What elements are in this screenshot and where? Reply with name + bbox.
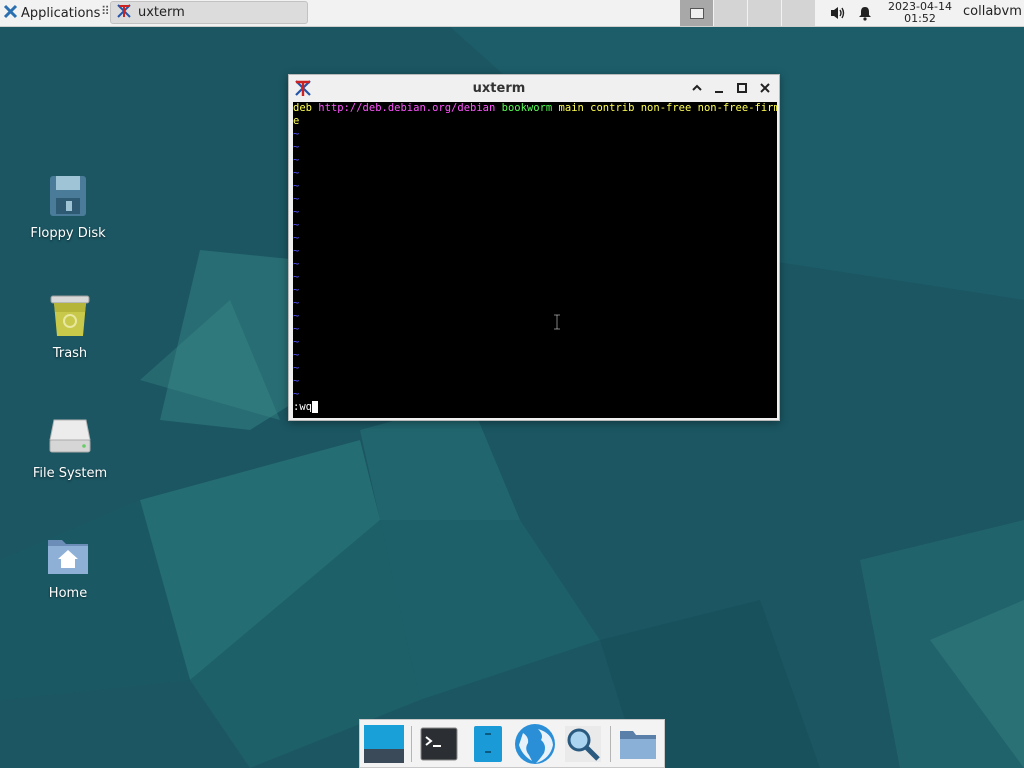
dock-separator	[411, 726, 412, 762]
term-suite: bookworm	[501, 102, 553, 114]
top-panel: Applications ⠿ uxterm 2023-04-14 01:52 c…	[0, 0, 1024, 27]
show-desktop-icon	[364, 725, 404, 763]
web-browser-icon	[515, 724, 555, 764]
xterm-app-icon	[116, 3, 132, 23]
dock-show-desktop[interactable]	[362, 723, 406, 765]
folder-icon	[620, 731, 656, 759]
terminal-area[interactable]: deb http://deb.debian.org/debian bookwor…	[293, 102, 777, 418]
desktop-icon-label: Trash	[52, 346, 88, 361]
chevron-up-icon	[692, 84, 702, 91]
applications-menu-button[interactable]: Applications	[0, 0, 100, 26]
tilde-line: ~	[293, 219, 300, 231]
mouse-ibeam-cursor-icon	[552, 314, 562, 334]
user-menu[interactable]: collabvm	[963, 4, 1022, 19]
home-folder-icon	[44, 532, 92, 580]
floppy-disk-icon	[44, 172, 92, 220]
notification-bell-icon[interactable]	[857, 5, 873, 25]
text-cursor	[311, 401, 318, 413]
desktop-icon-label: Home	[48, 586, 88, 601]
term-url: http://deb.debian.org/debian	[318, 102, 496, 114]
term-components: main contrib non-free non-free-firmwar	[558, 102, 777, 114]
tilde-line: ~	[293, 310, 300, 322]
dock-folder[interactable]	[616, 723, 660, 765]
clock-time: 01:52	[904, 12, 936, 25]
dock-file-manager[interactable]	[466, 723, 510, 765]
dock-web-browser[interactable]	[513, 723, 557, 765]
tilde-line: ~	[293, 206, 300, 218]
tilde-line: ~	[293, 349, 300, 361]
tilde-line: ~	[293, 128, 300, 140]
desktop-icon-label: File System	[32, 466, 108, 481]
tilde-line: ~	[293, 388, 300, 400]
tilde-line: ~	[293, 323, 300, 335]
terminal-line-1: deb http://deb.debian.org/debian bookwor…	[293, 102, 777, 115]
minimize-button[interactable]	[711, 80, 727, 96]
desktop-icon-floppy-disk[interactable]: Floppy Disk	[13, 172, 123, 241]
dock-terminal[interactable]	[417, 723, 461, 765]
close-button[interactable]	[757, 80, 773, 96]
command-text: :wq	[293, 401, 312, 413]
tilde-line: ~	[293, 232, 300, 244]
dock-separator	[610, 726, 611, 762]
minimize-icon	[715, 91, 723, 93]
window-title: uxterm	[472, 81, 526, 96]
trash-icon	[46, 292, 94, 340]
tilde-line: ~	[293, 245, 300, 257]
clock[interactable]: 2023-04-14 01:52	[884, 1, 956, 25]
maximize-button[interactable]	[734, 80, 750, 96]
tilde-line: ~	[293, 180, 300, 192]
applications-label: Applications	[21, 5, 101, 21]
desktop-icon-home[interactable]: Home	[13, 532, 123, 601]
tilde-line: ~	[293, 193, 300, 205]
terminal-icon	[420, 727, 458, 761]
tilde-line: ~	[293, 271, 300, 283]
tilde-line: ~	[293, 297, 300, 309]
window-thumbnail	[689, 7, 704, 19]
desktop-icon-trash[interactable]: Trash	[15, 292, 125, 361]
window-titlebar[interactable]: uxterm	[289, 75, 779, 102]
uxterm-window: uxterm deb http://deb.debian.org/debian …	[288, 74, 780, 421]
tilde-line: ~	[293, 362, 300, 374]
tilde-line: ~	[293, 154, 300, 166]
workspace-1[interactable]	[680, 0, 713, 26]
workspace-switcher	[680, 0, 816, 26]
bottom-dock	[359, 719, 665, 768]
tilde-line: ~	[293, 336, 300, 348]
desktop-icon-file-system[interactable]: File System	[15, 412, 125, 481]
tilde-line: ~	[293, 375, 300, 387]
term-word-deb: deb	[293, 102, 312, 114]
empty-line-markers: ~ ~ ~ ~ ~ ~ ~ ~ ~ ~ ~ ~ ~ ~ ~ ~ ~ ~ ~ ~ ~	[293, 128, 777, 401]
taskbar-window-uxterm[interactable]: uxterm	[110, 1, 308, 24]
hard-drive-icon	[46, 412, 94, 460]
workspace-2[interactable]	[714, 0, 747, 26]
desktop-icon-label: Floppy Disk	[30, 226, 106, 241]
dock-app-finder[interactable]	[561, 723, 605, 765]
volume-icon[interactable]	[829, 5, 847, 25]
workspace-4[interactable]	[782, 0, 815, 26]
tilde-line: ~	[293, 167, 300, 179]
workspace-3[interactable]	[748, 0, 781, 26]
roll-up-button[interactable]	[689, 80, 705, 96]
tilde-line: ~	[293, 284, 300, 296]
maximize-icon	[737, 83, 747, 93]
file-manager-icon	[474, 726, 502, 762]
tilde-line: ~	[293, 141, 300, 153]
tilde-line: ~	[293, 258, 300, 270]
command-line: :wq	[293, 401, 777, 414]
taskbar-window-label: uxterm	[138, 5, 185, 20]
panel-separator-icon: ⠿	[101, 4, 110, 18]
app-finder-icon	[565, 726, 601, 762]
xfce-logo-icon	[3, 4, 18, 23]
close-icon	[760, 83, 770, 93]
terminal-line-2: e	[293, 115, 300, 127]
